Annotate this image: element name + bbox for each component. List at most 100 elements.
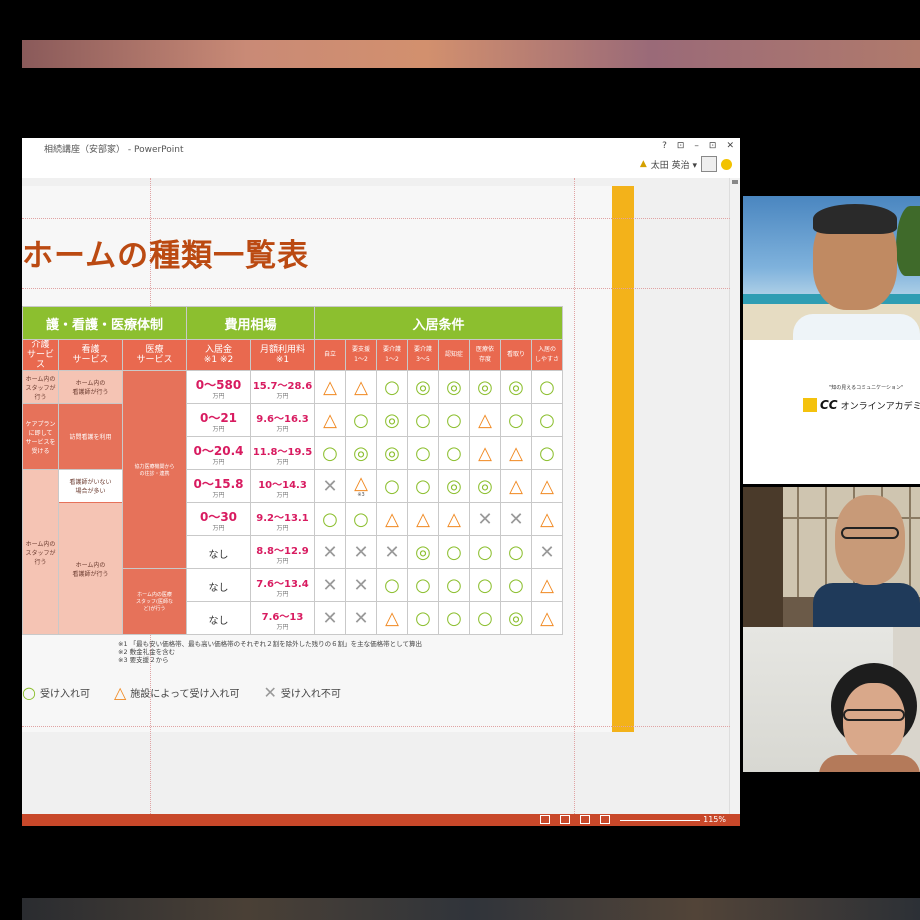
nursing-service-cell: ホーム内の 看護師が行う [58,370,123,404]
condition-cell: ○ [345,403,377,437]
column-header: 自立 [314,339,346,371]
circle-icon: ○ [508,541,524,563]
condition-cell: ◎ [376,436,408,470]
tagline: "知の見えるコミュニケーション" [829,385,904,391]
monthly-fee-value: 9.6～16.3 [256,414,309,425]
circle-icon: ○ [446,607,462,629]
triangle-icon: △ [540,508,554,530]
circle-icon: ○ [477,541,493,563]
cross-icon: ✕ [508,508,524,530]
monthly-fee-value: 7.6～13 [261,612,304,623]
condition-cell: △ [314,370,346,404]
circle-icon: ○ [446,541,462,563]
condition-cell: ○ [407,568,439,602]
condition-cell: ○ [376,469,408,503]
condition-cell: ○ [531,436,563,470]
circle-icon: ○ [446,574,462,596]
close-button[interactable]: ✕ [726,141,734,151]
column-header: 看護 サービス [58,339,123,371]
condition-cell: △ [376,601,408,635]
warning-icon: ▲ [639,159,647,169]
palm-tree [896,206,920,276]
user-account[interactable]: ▲ 太田 英治 ▾ [640,156,732,172]
column-header: 介護 サービス [22,339,59,371]
condition-cell: ✕ [531,535,563,569]
column-header: 医療 サービス [122,339,187,371]
condition-cell: ○ [345,502,377,536]
monthly-fee-value: 7.6～13.4 [256,579,309,590]
condition-cell: ◎ [438,469,470,503]
condition-cell: ○ [407,601,439,635]
legend-label: 受け入れ可 [39,689,90,700]
entry-fee-cell: なし [186,568,251,602]
entry-fee-cell: 0～15.8 万円 [186,469,251,503]
video-tile-participant-3 [743,627,920,772]
circle-icon: ○ [477,574,493,596]
triangle-icon: △ [509,442,523,464]
double-circle-icon: ◎ [384,442,400,464]
triangle-icon: △ [540,607,554,629]
entry-fee-cell: 0～580 万円 [186,370,251,404]
condition-cell: ○ [469,535,501,569]
powerpoint-window: 相続講座（安部家） - PowerPoint ? ⊡ – ⊡ ✕ ▲ 太田 英治… [22,138,740,826]
triangle-icon: △ [385,508,399,530]
triangle-icon: △ [416,508,430,530]
condition-cell: △ ※3 [345,469,377,503]
feedback-smiley-icon[interactable] [721,158,732,170]
monthly-fee-cell: 9.6～16.3 万円 [250,403,315,437]
normal-view-icon[interactable] [540,815,550,824]
entry-fee-value: なし [208,615,229,627]
footnote: ※2 敷金礼金を含む [118,648,176,656]
double-circle-icon: ◎ [384,409,400,431]
circle-icon: ○ [477,607,493,629]
entry-fee-cell: なし [186,601,251,635]
avatar[interactable] [701,156,717,172]
table-row: ホーム内の スタッフが 行う 看護師がいない 場合が多い 0～15.8 万円 10～14… [22,469,563,635]
cross-icon: ✕ [322,574,338,596]
circle-icon: ○ [415,607,431,629]
guide-line [574,178,575,814]
unit-label: 万円 [276,558,289,565]
slide-sorter-icon[interactable] [560,815,570,824]
cross-icon: ✕ [477,508,493,530]
scroll-up-arrow-icon[interactable] [732,180,738,192]
condition-cell: ○ [376,370,408,404]
monthly-fee-value: 8.8～12.9 [256,546,309,557]
entry-fee-value: なし [208,549,229,561]
zoom-level[interactable]: 115% [703,814,726,826]
condition-cell: ◎ [500,601,532,635]
entry-fee-cell: 0～30 万円 [186,502,251,536]
user-name[interactable]: 太田 英治 ▾ [651,158,697,171]
condition-cell: △ [376,502,408,536]
entry-fee-value: 0～20.4 [193,444,244,458]
condition-cell: ✕ [314,568,346,602]
cross-icon: ✕ [353,574,369,596]
zoom-slider[interactable] [620,820,700,821]
view-buttons [540,815,610,824]
triangle-icon: △ [323,376,337,398]
condition-cell: △ [531,568,563,602]
column-header: 入居の しやすさ [531,339,563,371]
desktop-wallpaper-top [22,40,920,68]
video-tile-participant-2 [743,487,920,627]
legend: ○ 受け入れ可 △ 施設によって受け入れ可 ✕ 受け入れ不可 [22,683,345,702]
ribbon-display-button[interactable]: ⊡ [677,141,685,151]
medical-service-cell: 協力医療機関から の往診・連携 [122,370,187,569]
window-controls: ? ⊡ – ⊡ ✕ [662,141,734,151]
reading-view-icon[interactable] [580,815,590,824]
condition-cell: ○ [500,535,532,569]
double-circle-icon: ◎ [415,376,431,398]
minimize-button[interactable]: – [694,141,699,151]
triangle-icon: △ [540,574,554,596]
circle-icon: ○ [446,442,462,464]
logo-square-icon [803,398,817,412]
restore-button[interactable]: ⊡ [709,141,717,151]
help-button[interactable]: ? [662,141,667,151]
column-header: 要支援 1～2 [345,339,377,371]
column-header: 要介護 3～5 [407,339,439,371]
condition-cell: ✕ [376,535,408,569]
condition-cell: ○ [376,568,408,602]
vertical-scrollbar[interactable] [729,178,740,814]
slideshow-icon[interactable] [600,815,610,824]
condition-cell: △ [314,403,346,437]
